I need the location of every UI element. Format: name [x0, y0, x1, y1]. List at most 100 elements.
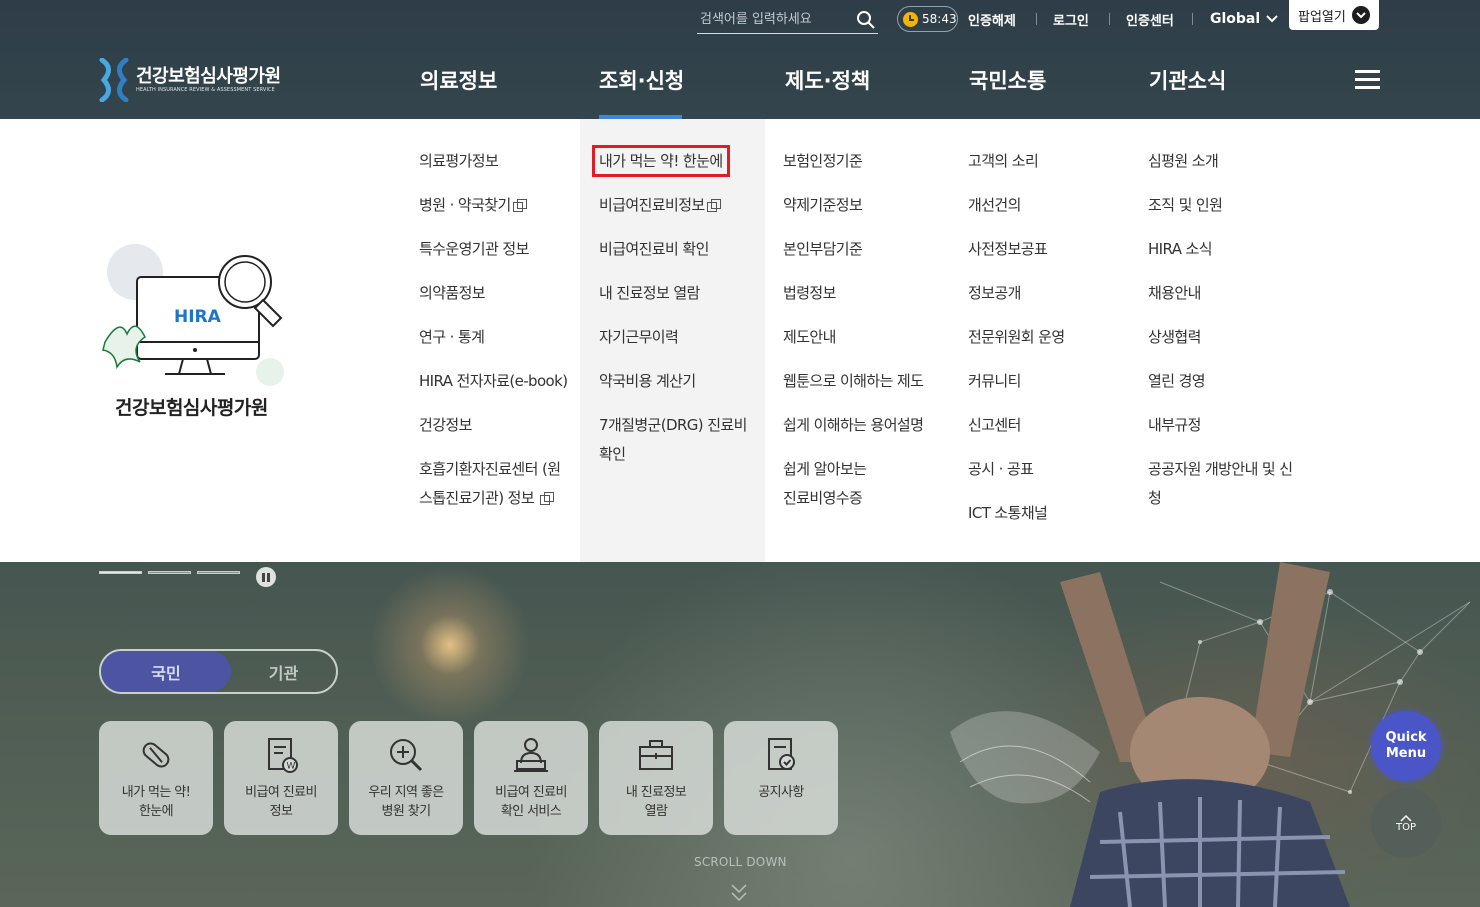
- menu-work-history[interactable]: 자기근무이력: [599, 323, 759, 352]
- gnb-medical-info[interactable]: 의료정보: [420, 65, 497, 95]
- menu-hira-intro[interactable]: 심평원 소개: [1148, 147, 1318, 176]
- slide-indicator[interactable]: [99, 571, 142, 574]
- cert-center-link[interactable]: 인증센터: [1126, 10, 1174, 29]
- gnb-agency-news[interactable]: 기관소식: [1149, 65, 1226, 95]
- tile-label: 내 진료정보 열람: [625, 785, 687, 819]
- menu-organization[interactable]: 조직 및 인원: [1148, 191, 1318, 220]
- menu-hospital-pharmacy-search[interactable]: 병원 · 약국찾기: [419, 191, 579, 220]
- menu-expert-committee[interactable]: 전문위원회 운영: [968, 323, 1128, 352]
- menu-medical-evaluation[interactable]: 의료평가정보: [419, 147, 579, 176]
- menu-my-medical-records[interactable]: 내 진료정보 열람: [599, 279, 759, 308]
- menu-receipt-guide[interactable]: 쉽게 알아보는 진료비영수증: [783, 455, 883, 513]
- popup-open-button[interactable]: 팝업열기: [1289, 0, 1379, 30]
- top-label: TOP: [1395, 821, 1416, 833]
- menu-pharmacy-cost-calculator[interactable]: 약국비용 계산기: [599, 367, 759, 396]
- menu-report-center[interactable]: 신고센터: [968, 411, 1128, 440]
- menu-law-info[interactable]: 법령정보: [783, 279, 943, 308]
- menu-system-guide[interactable]: 제도안내: [783, 323, 943, 352]
- menu-special-institution[interactable]: 특수운영기관 정보: [419, 235, 579, 264]
- pill-icon: [142, 742, 170, 768]
- menu-webtoon-system[interactable]: 웹툰으로 이해하는 제도: [783, 367, 943, 396]
- tile-notice[interactable]: 공지사항: [724, 721, 838, 835]
- back-to-top-button[interactable]: TOP: [1371, 788, 1441, 858]
- menu-ebook[interactable]: HIRA 전자자료(e-book): [419, 367, 579, 396]
- quick-service-tiles: 내가 먹는 약! 한눈에 W 비급여 진료비 정보 우리 지역 좋은 병원 찾기…: [99, 721, 838, 835]
- highlighted-menu-label: 내가 먹는 약! 한눈에: [592, 145, 730, 177]
- mega-column-agency-news: 심평원 소개 조직 및 인원 HIRA 소식 채용안내 상생협력 열린 경영 내…: [1148, 147, 1318, 528]
- tile-my-medication[interactable]: 내가 먹는 약! 한눈에: [99, 721, 213, 835]
- search-box: [697, 6, 878, 34]
- pause-icon[interactable]: [256, 567, 276, 587]
- menu-info-disclosure[interactable]: 정보공개: [968, 279, 1128, 308]
- menu-customer-voice[interactable]: 고객의 소리: [968, 147, 1128, 176]
- gnb-inquiry-apply[interactable]: 조회·신청: [599, 65, 684, 95]
- slide-indicator[interactable]: [197, 571, 240, 574]
- menu-prior-disclosure[interactable]: 사전정보공표: [968, 235, 1128, 264]
- chevron-down-icon: [1266, 15, 1278, 23]
- menu-research-stats[interactable]: 연구 · 통계: [419, 323, 579, 352]
- utility-bar: 58:43 인증해제 로그인 인증센터 Global 팝업열기: [0, 0, 1480, 40]
- menu-ict-channel[interactable]: ICT 소통채널: [968, 499, 1128, 528]
- menu-noncovered-cost-check[interactable]: 비급여진료비 확인: [599, 235, 759, 264]
- document-won-icon: W: [268, 738, 298, 773]
- slide-indicator[interactable]: [148, 571, 191, 574]
- menu-insurance-criteria[interactable]: 보험인정기준: [783, 147, 943, 176]
- hamburger-menu-icon[interactable]: [1355, 70, 1380, 90]
- menu-drug-criteria[interactable]: 약제기준정보: [783, 191, 943, 220]
- divider: [1192, 13, 1193, 25]
- mega-column-medical-info: 의료평가정보 병원 · 약국찾기 특수운영기관 정보 의약품정보 연구 · 통계…: [419, 147, 579, 528]
- cert-release-link[interactable]: 인증해제: [968, 10, 1016, 29]
- mega-column-system-policy: 보험인정기준 약제기준정보 본인부담기준 법령정보 제도안내 웹툰으로 이해하는…: [783, 147, 943, 528]
- menu-community[interactable]: 커뮤니티: [968, 367, 1128, 396]
- tile-label: 공지사항: [758, 785, 804, 800]
- site-logo[interactable]: 건강보험심사평가원 HEALTH INSURANCE REVIEW & ASSE…: [98, 58, 281, 102]
- menu-my-medication[interactable]: 내가 먹는 약! 한눈에: [592, 145, 759, 177]
- login-link[interactable]: 로그인: [1053, 10, 1089, 29]
- popup-open-label: 팝업열기: [1298, 9, 1346, 25]
- divider: [1036, 13, 1037, 25]
- mega-column-inquiry-apply: 내가 먹는 약! 한눈에 비급여진료비정보 비급여진료비 확인 내 진료정보 열…: [592, 145, 759, 484]
- hira-logo-icon: [99, 58, 129, 102]
- menu-cooperation[interactable]: 상생협력: [1148, 323, 1318, 352]
- gnb-public-communication[interactable]: 국민소통: [969, 65, 1046, 95]
- double-chevron-down-icon[interactable]: [729, 882, 749, 904]
- menu-hira-news[interactable]: HIRA 소식: [1148, 235, 1318, 264]
- tile-noncovered-check-service[interactable]: 비급여 진료비 확인 서비스: [474, 721, 588, 835]
- gnb-system-policy[interactable]: 제도·정책: [785, 65, 870, 95]
- site-header: 58:43 인증해제 로그인 인증센터 Global 팝업열기 건강보험심사평가…: [0, 0, 1480, 119]
- toggle-institution[interactable]: 기관: [231, 651, 336, 692]
- illustration-title: 건강보험심사평가원: [115, 397, 268, 419]
- menu-health-info[interactable]: 건강정보: [419, 411, 579, 440]
- person-laptop-icon: [514, 738, 548, 772]
- menu-recruitment[interactable]: 채용안내: [1148, 279, 1318, 308]
- tile-find-good-hospital[interactable]: 우리 지역 좋은 병원 찾기: [349, 721, 463, 835]
- toggle-citizen[interactable]: 국민: [101, 651, 231, 692]
- logo-subtitle: HEALTH INSURANCE REVIEW & ASSESSMENT SER…: [136, 87, 275, 93]
- menu-internal-rules[interactable]: 내부규정: [1148, 411, 1318, 440]
- menu-copay-criteria[interactable]: 본인부담기준: [783, 235, 943, 264]
- tile-my-medical-records[interactable]: 내 진료정보 열람: [599, 721, 713, 835]
- menu-noncovered-cost-info[interactable]: 비급여진료비정보: [599, 191, 759, 220]
- external-link-icon: [706, 199, 721, 212]
- chevron-up-icon: [1400, 814, 1412, 822]
- global-label: Global: [1210, 11, 1261, 27]
- search-icon[interactable]: [856, 10, 876, 30]
- search-input[interactable]: [697, 6, 847, 32]
- audience-toggle: 국민 기관: [99, 649, 338, 694]
- menu-drg-cost-check[interactable]: 7개질병군(DRG) 진료비 확인: [599, 411, 754, 469]
- tile-noncovered-cost-info[interactable]: W 비급여 진료비 정보: [224, 721, 338, 835]
- divider: [1109, 13, 1110, 25]
- menu-respiratory-center[interactable]: 호흡기환자진료센터 (원스톱진료기관) 정보: [419, 455, 569, 513]
- menu-public-resource[interactable]: 공공자원 개방안내 및 신청: [1148, 455, 1298, 513]
- menu-open-management[interactable]: 열린 경영: [1148, 367, 1318, 396]
- menu-term-explanation[interactable]: 쉽게 이해하는 용어설명: [783, 411, 943, 440]
- global-dropdown[interactable]: Global: [1210, 11, 1278, 27]
- quick-menu-button[interactable]: Quick Menu: [1371, 711, 1441, 781]
- briefcase-icon: [639, 740, 673, 770]
- menu-drug-info[interactable]: 의약품정보: [419, 279, 579, 308]
- menu-suggestion[interactable]: 개선건의: [968, 191, 1128, 220]
- illustration-badge: HIRA: [174, 307, 222, 327]
- session-timer: 58:43: [897, 6, 958, 32]
- external-link-icon: [512, 199, 527, 212]
- menu-announcement[interactable]: 공시 · 공표: [968, 455, 1128, 484]
